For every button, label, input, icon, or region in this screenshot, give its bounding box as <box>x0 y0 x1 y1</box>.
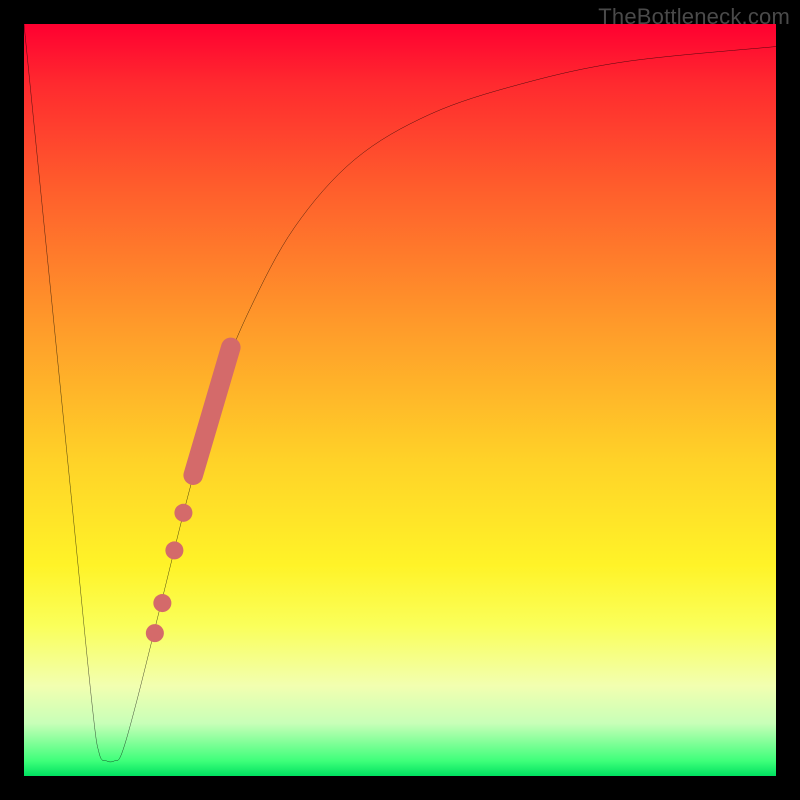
chart-frame: TheBottleneck.com <box>0 0 800 800</box>
watermark-text: TheBottleneck.com <box>598 4 790 30</box>
plot-area <box>24 24 776 776</box>
marker-dot <box>153 594 171 612</box>
marker-dot <box>146 624 164 642</box>
marker-dot <box>165 541 183 559</box>
marker-dot <box>174 504 192 522</box>
bottleneck-curve <box>24 24 776 776</box>
